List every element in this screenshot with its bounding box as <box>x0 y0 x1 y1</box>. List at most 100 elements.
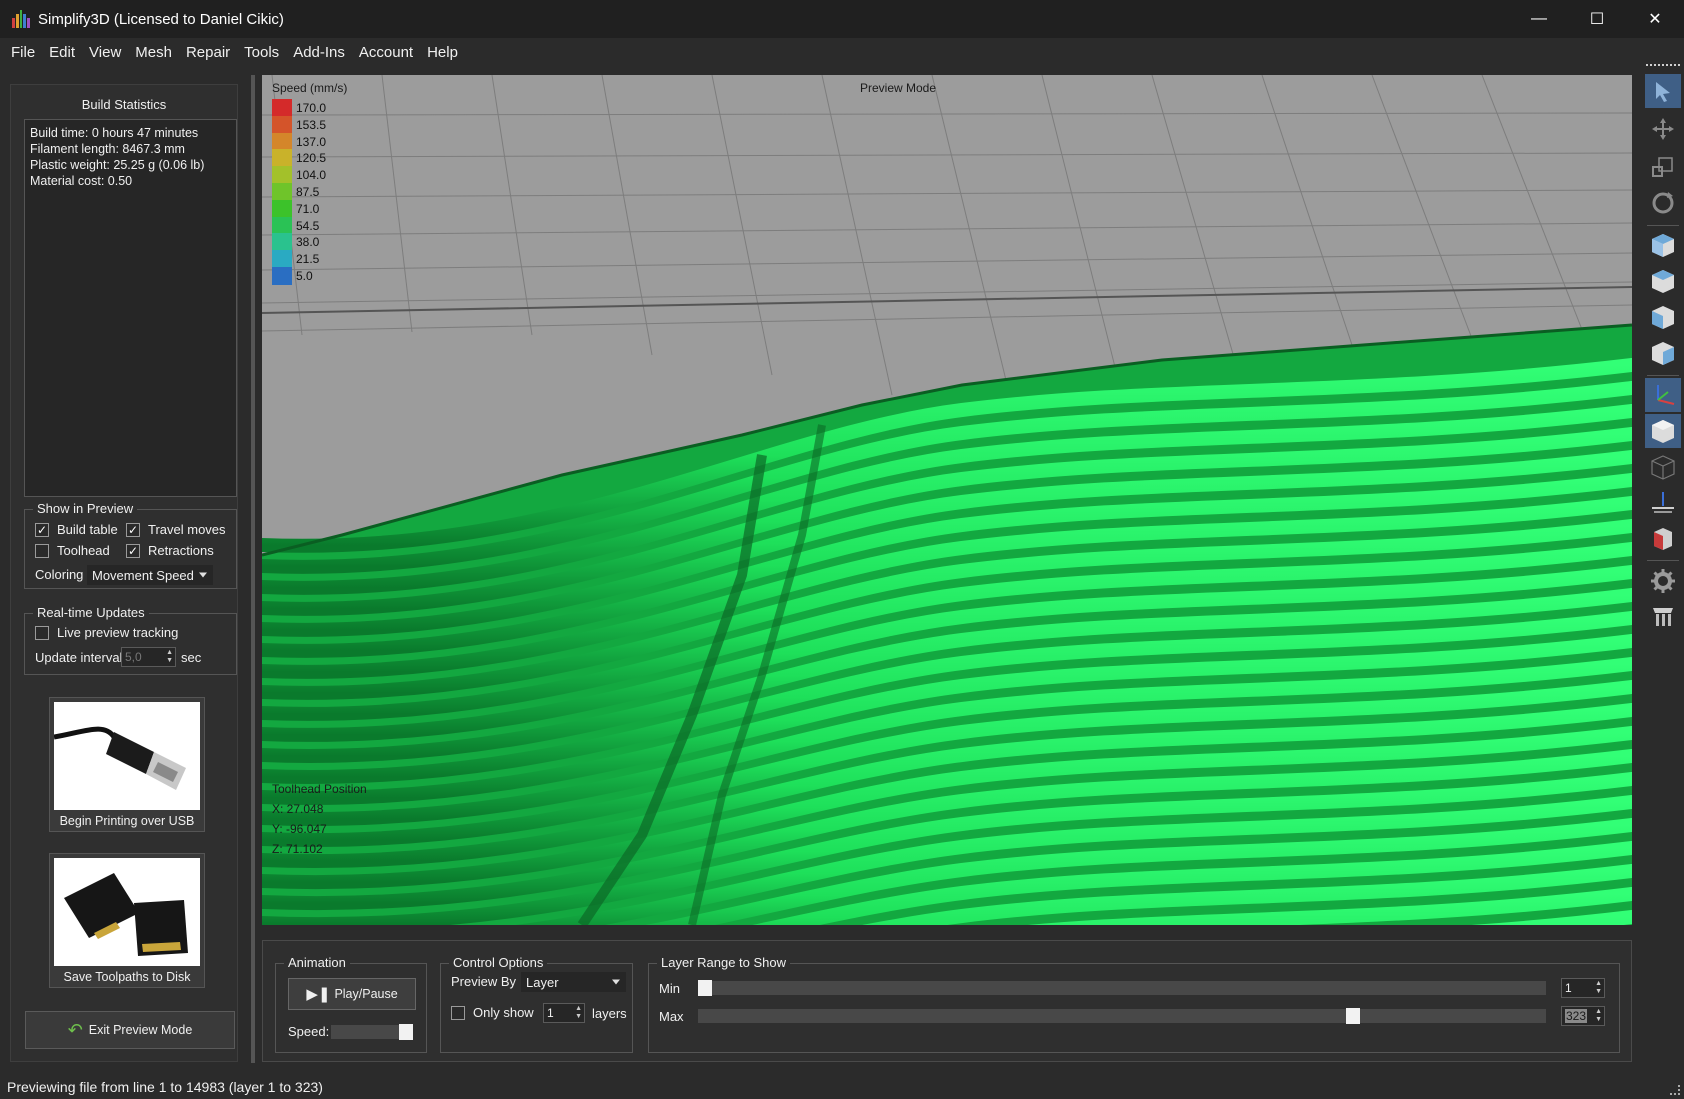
layer-max-input[interactable]: 323 ▲ ▼ <box>1561 1006 1605 1026</box>
layer-max-handle[interactable] <box>1346 1008 1360 1024</box>
stat-build-time: Build time: 0 hours 47 minutes <box>30 126 199 140</box>
toolhead-label: Toolhead <box>57 543 110 558</box>
model-display-button[interactable] <box>1645 522 1681 556</box>
show-in-preview-title: Show in Preview <box>33 501 138 516</box>
status-text: Previewing file from line 1 to 14983 (la… <box>7 1079 323 1095</box>
update-interval-label: Update interval <box>35 650 123 665</box>
build-statistics-title: Build Statistics <box>81 97 167 112</box>
menu-repair[interactable]: Repair <box>179 44 237 61</box>
preview-by-select[interactable]: Layer <box>521 972 626 992</box>
preview-controls-panel: Animation ▶❚ Play/Pause Speed: Control O… <box>262 940 1632 1062</box>
legend-value: 104.0 <box>296 168 327 183</box>
select-tool-button[interactable] <box>1645 74 1681 108</box>
legend-value: 71.0 <box>296 201 320 216</box>
menu-file[interactable]: File <box>4 44 42 61</box>
menu-tools[interactable]: Tools <box>237 44 286 61</box>
layer-min-slider[interactable] <box>698 980 1546 996</box>
layer-min-handle[interactable] <box>698 980 712 996</box>
menu-view[interactable]: View <box>82 44 128 61</box>
only-show-label: Only show <box>473 1005 534 1020</box>
toolhead-x: X: 27.048 <box>272 802 324 816</box>
legend-value: 5.0 <box>296 269 313 283</box>
speed-legend-entry: 104.0 <box>272 166 327 185</box>
layer-min-input[interactable]: 1 ▲ ▼ <box>1561 978 1605 998</box>
view-isometric-button[interactable] <box>1645 228 1681 262</box>
coloring-label: Coloring <box>35 567 84 582</box>
close-button[interactable]: ✕ <box>1626 0 1684 38</box>
undo-arrow-icon: ↶ <box>67 1019 83 1040</box>
begin-printing-usb-label: Begin Printing over USB <box>59 814 195 828</box>
window-title: Simplify3D (Licensed to Daniel Cikic) <box>38 10 284 28</box>
live-preview-tracking-label: Live preview tracking <box>57 625 179 640</box>
stat-filament-length: Filament length: 8467.3 mm <box>30 142 185 156</box>
preview-by-label: Preview By <box>451 974 517 989</box>
animation-speed-label: Speed: <box>288 1024 330 1039</box>
menu-edit[interactable]: Edit <box>42 44 82 61</box>
layer-max-slider[interactable] <box>698 1008 1546 1024</box>
animation-speed-handle[interactable] <box>399 1024 413 1040</box>
resize-grip-icon[interactable] <box>1670 1085 1680 1095</box>
only-show-checkbox[interactable]: Only show <box>451 1005 534 1020</box>
travel-moves-checkbox[interactable]: ✓ Travel moves <box>126 522 226 537</box>
scale-icon <box>1652 157 1673 177</box>
save-toolpaths-label: Save Toolpaths to Disk <box>63 970 191 984</box>
update-interval-input[interactable]: 5,0 ▲ ▼ <box>121 647 176 667</box>
play-pause-button[interactable]: ▶❚ Play/Pause <box>288 978 416 1010</box>
wireframe-view-button[interactable] <box>1645 450 1681 484</box>
gear-icon <box>1651 569 1675 593</box>
settings-button[interactable] <box>1645 564 1681 598</box>
solid-view-button[interactable] <box>1645 414 1681 448</box>
cube-view-icon <box>1652 342 1674 365</box>
build-statistics-box: Build time: 0 hours 47 minutes Filament … <box>24 119 237 497</box>
coloring-select[interactable]: Movement Speed <box>87 565 213 585</box>
build-table-checkbox[interactable]: ✓ Build table <box>35 522 118 537</box>
layer-range-title: Layer Range to Show <box>657 955 791 970</box>
speed-legend-entry: 5.0 <box>272 267 313 285</box>
print-preview-button[interactable] <box>1645 600 1681 634</box>
sd-cards-image <box>54 858 200 966</box>
speed-legend-title: Speed (mm/s) <box>272 81 348 95</box>
legend-value: 38.0 <box>296 235 320 250</box>
panel-splitter[interactable] <box>251 75 255 1063</box>
rotate-tool-button[interactable] <box>1645 186 1681 220</box>
preview-mode-label: Preview Mode <box>860 81 937 95</box>
retractions-checkbox[interactable]: ✓ Retractions <box>126 543 214 558</box>
menu-help[interactable]: Help <box>420 44 465 61</box>
toolpath-render <box>262 75 1632 925</box>
layer-min-label: Min <box>659 981 680 996</box>
live-preview-tracking-checkbox[interactable]: Live preview tracking <box>35 625 178 640</box>
checkmark-icon: ✓ <box>126 522 140 537</box>
speed-legend-entry: 153.5 <box>272 115 326 134</box>
menu-mesh[interactable]: Mesh <box>128 44 179 61</box>
scale-tool-button[interactable] <box>1645 150 1681 184</box>
speed-legend-entry: 38.0 <box>272 233 320 252</box>
status-bar: Previewing file from line 1 to 14983 (la… <box>0 1075 1684 1099</box>
speed-legend-entry: 71.0 <box>272 199 320 218</box>
translate-tool-button[interactable] <box>1645 112 1681 146</box>
animation-speed-slider[interactable] <box>331 1024 413 1040</box>
preview-viewport[interactable]: Speed (mm/s) Preview Mode 170.0 153.5 137.… <box>262 75 1632 925</box>
exit-preview-mode-button[interactable]: ↶ Exit Preview Mode <box>25 1011 235 1049</box>
legend-value: 54.5 <box>296 218 320 233</box>
legend-value: 120.5 <box>296 151 327 166</box>
save-toolpaths-button[interactable]: Save Toolpaths to Disk <box>49 853 205 988</box>
begin-printing-usb-button[interactable]: Begin Printing over USB <box>49 697 205 832</box>
view-side-button[interactable] <box>1645 336 1681 370</box>
toolhead-checkbox[interactable]: Toolhead <box>35 543 110 558</box>
toolhead-position-title: Toolhead Position <box>272 782 367 796</box>
speed-legend-entry: 87.5 <box>272 183 319 201</box>
show-axes-button[interactable] <box>1645 378 1681 412</box>
legend-color-swatch <box>272 183 292 201</box>
view-top-button[interactable] <box>1645 264 1681 298</box>
legend-value: 170.0 <box>296 101 327 115</box>
menu-account[interactable]: Account <box>352 44 420 61</box>
maximize-button[interactable]: ☐ <box>1568 0 1626 38</box>
menu-add-ins[interactable]: Add-Ins <box>286 44 352 61</box>
control-options-group: Control Options Preview By Layer Only sh… <box>440 955 633 1053</box>
minimize-button[interactable]: — <box>1510 0 1568 38</box>
legend-color-swatch <box>272 199 292 218</box>
layer-range-group: Layer Range to Show Min 1 ▲ ▼ Max 323 ▲ ▼ <box>648 955 1620 1053</box>
view-front-button[interactable] <box>1645 300 1681 334</box>
only-show-layers-input[interactable]: 1 ▲ ▼ <box>543 1003 585 1023</box>
cross-section-button[interactable] <box>1645 486 1681 520</box>
